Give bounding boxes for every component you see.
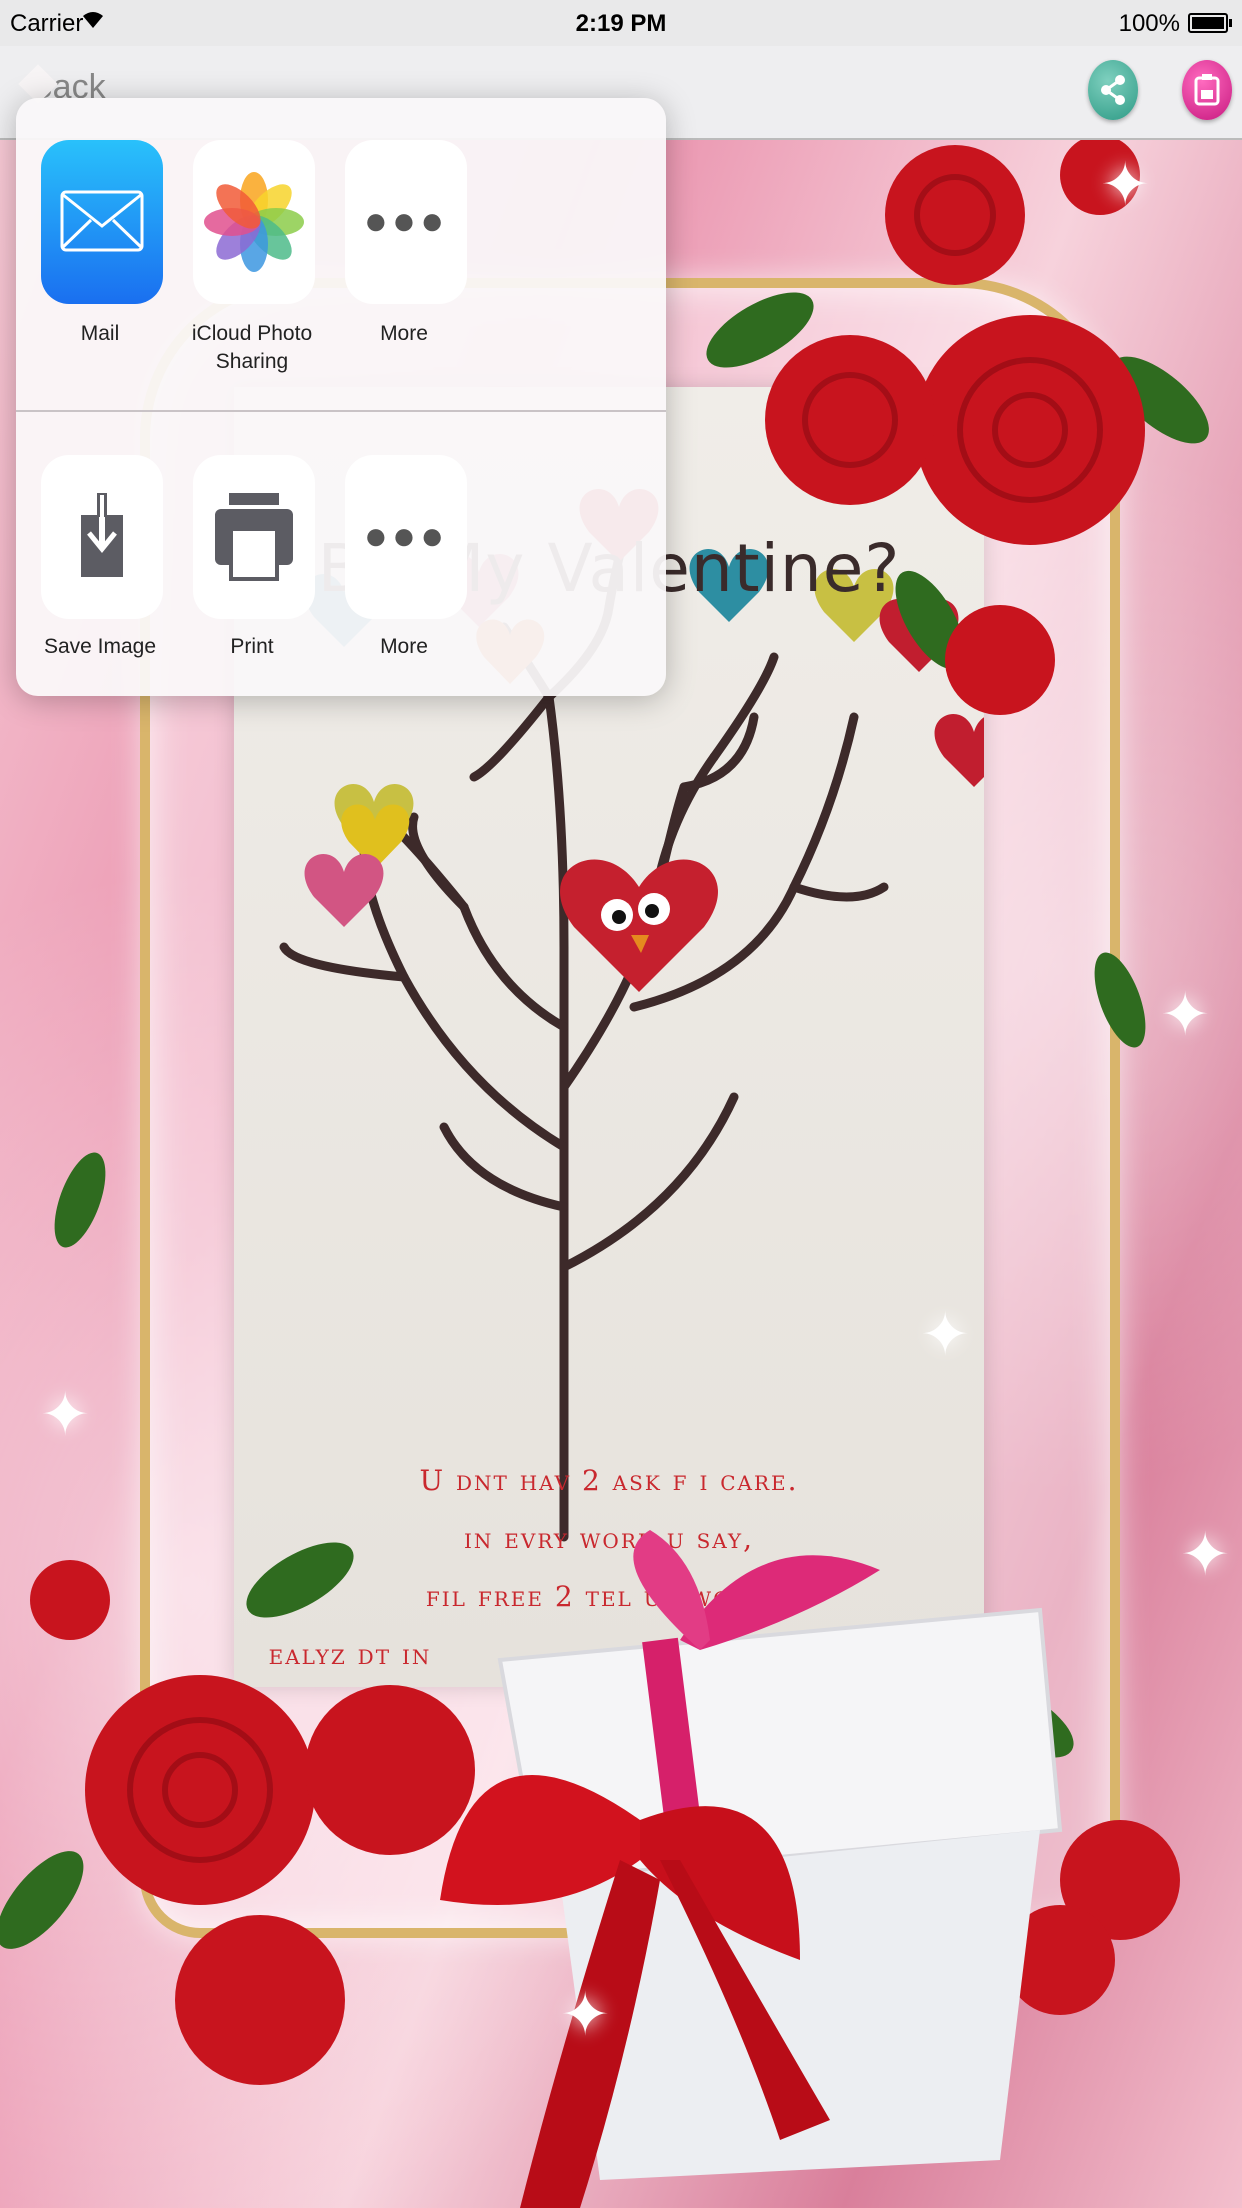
save-button[interactable] <box>1182 60 1232 120</box>
sparkle-decoration: ✦ <box>920 1301 971 1368</box>
mail-label: Mail <box>80 322 120 345</box>
more-label: More <box>380 322 428 345</box>
sparkle-decoration: ✦ <box>1180 1521 1231 1588</box>
print-action[interactable] <box>193 455 315 619</box>
sparkle-decoration: ✦ <box>40 1381 91 1448</box>
sparkle-decoration: ✦ <box>1160 981 1211 1048</box>
battery-percent: 100% <box>1118 10 1180 37</box>
print-label: Print <box>230 635 274 658</box>
sparkle-decoration: ✦ <box>560 1981 611 2048</box>
share-icon <box>1101 75 1125 105</box>
sparkle-decoration: ✦ <box>1100 151 1151 218</box>
icloud-photo-sharing-label: iCloud Photo Sharing <box>191 322 313 373</box>
photos-icon <box>204 172 304 272</box>
save-image-action[interactable] <box>41 455 163 619</box>
status-bar: Carrier 2:19 PM 100% <box>0 0 1242 46</box>
more-action[interactable]: ●●● <box>345 140 467 304</box>
save-icon <box>1194 74 1220 106</box>
more-icon: ●●● <box>363 514 449 558</box>
save-image-label: Save Image <box>43 635 157 658</box>
save-image-icon <box>81 493 123 577</box>
share-sheet-popover: Mail iCloud Photo Sharing ●●● More Save … <box>16 98 666 696</box>
clock-time: 2:19 PM <box>575 10 667 37</box>
more-icon: ●●● <box>363 199 449 243</box>
mail-action[interactable] <box>41 140 163 304</box>
print-icon <box>215 493 293 581</box>
more-action[interactable]: ●●● <box>345 455 467 619</box>
icloud-photo-sharing-action[interactable] <box>193 140 315 304</box>
more-label: More <box>380 635 428 658</box>
row-divider <box>16 410 666 412</box>
share-button[interactable] <box>1088 60 1138 120</box>
mail-icon <box>60 190 144 252</box>
battery-icon <box>1188 13 1232 33</box>
